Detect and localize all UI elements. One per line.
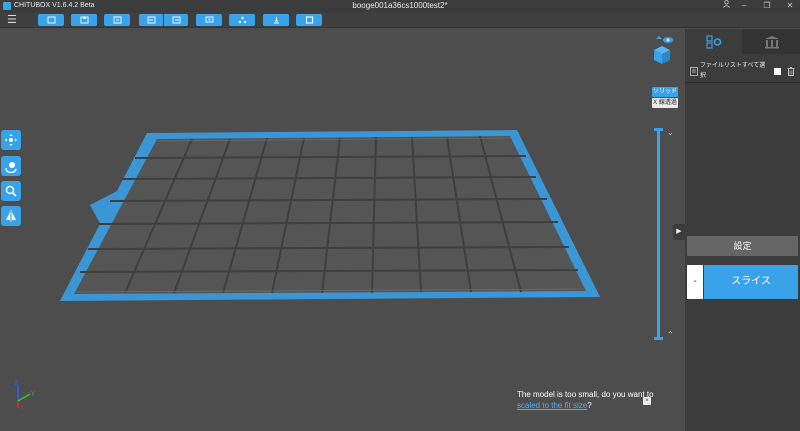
menu-icon[interactable]: ☰ [7, 14, 19, 26]
import-icon [113, 16, 121, 24]
user-icon[interactable] [719, 0, 733, 12]
axis-x-label: X [20, 405, 24, 409]
undo-icon [147, 16, 155, 24]
support-icon [273, 17, 279, 24]
slider-chevron-down-icon[interactable]: ⌄ [667, 129, 674, 137]
close-button[interactable]: ✕ [783, 0, 797, 12]
axis-y-label: Y [31, 392, 35, 398]
slice-options-button[interactable]: - [687, 265, 703, 299]
slider-bottom-handle[interactable] [654, 337, 663, 340]
tab-model-library[interactable] [743, 29, 800, 54]
open-file-icon [47, 16, 55, 24]
mirror-view-button[interactable] [1, 206, 21, 226]
save-file-icon [80, 16, 88, 24]
settings-tab-icon [705, 34, 721, 49]
move-icon [5, 134, 17, 146]
tab-settings[interactable] [685, 29, 742, 54]
support-button[interactable] [263, 14, 289, 26]
slice-view-icon [305, 16, 313, 24]
open-file-button[interactable] [38, 14, 64, 26]
title-bar: CHITUBOX V1.6.4.2 Beta booge001a36cs1000… [0, 0, 800, 12]
redo-icon [172, 16, 180, 24]
slice-view-button[interactable] [296, 14, 322, 26]
library-tab-icon [764, 35, 779, 48]
build-plate [60, 130, 600, 301]
network-icon [238, 16, 246, 24]
select-all-label: ファイルリストすべて選択 [699, 63, 766, 79]
3d-viewport[interactable]: ソリッド X 線透過 ⌄ ⌃ Z Y X [0, 29, 685, 431]
select-all-row: ファイルリストすべて選択 [690, 63, 795, 79]
view-cube-icon[interactable] [650, 36, 674, 66]
slider-chevron-up-icon[interactable]: ⌃ [667, 331, 674, 339]
toolbar: ☰ [0, 12, 800, 28]
scale-to-fit-link[interactable]: scaled to the fit size [517, 401, 587, 410]
redo-button[interactable] [164, 14, 188, 26]
screen-button[interactable] [196, 14, 222, 26]
notice-close-button[interactable]: × [643, 397, 651, 405]
axes-indicator: Z Y X [14, 381, 35, 409]
settings-button[interactable]: 設定 [687, 236, 798, 256]
panel-tabs [685, 29, 800, 54]
axis-z-label: Z [14, 381, 18, 387]
layer-slider[interactable] [657, 130, 660, 338]
minimize-button[interactable]: – [737, 0, 751, 12]
zoom-view-button[interactable] [1, 181, 21, 201]
trash-icon[interactable] [787, 66, 795, 76]
notice-text: The model is too small, do you want to [517, 390, 654, 399]
undo-button[interactable] [139, 14, 163, 26]
save-file-button[interactable] [71, 14, 97, 26]
slice-button[interactable]: スライス [704, 265, 798, 299]
file-list-icon [690, 66, 698, 76]
xray-mode-button[interactable]: X 線透過 [652, 98, 678, 108]
select-all-checkbox[interactable] [774, 67, 782, 75]
rotate-icon [5, 162, 17, 173]
document-title: booge001a36cs1000test2* [352, 1, 448, 10]
rotate-view-button[interactable] [1, 156, 21, 176]
scale-notice: The model is too small, do you want to s… [517, 389, 657, 411]
solid-mode-button[interactable]: ソリッド [652, 87, 678, 97]
panel-expand-button[interactable]: ▶ [673, 224, 685, 240]
restore-button[interactable]: ❐ [760, 0, 774, 12]
panel-divider [685, 82, 800, 83]
mirror-icon [6, 210, 16, 222]
notice-suffix: ? [587, 401, 592, 410]
slice-group: - スライス [687, 265, 798, 299]
import-button[interactable] [104, 14, 130, 26]
right-panel: ファイルリストすべて選択 [685, 29, 800, 431]
zoom-icon [5, 185, 17, 197]
network-button[interactable] [229, 14, 255, 26]
screen-icon [205, 16, 213, 23]
move-view-button[interactable] [1, 130, 21, 150]
